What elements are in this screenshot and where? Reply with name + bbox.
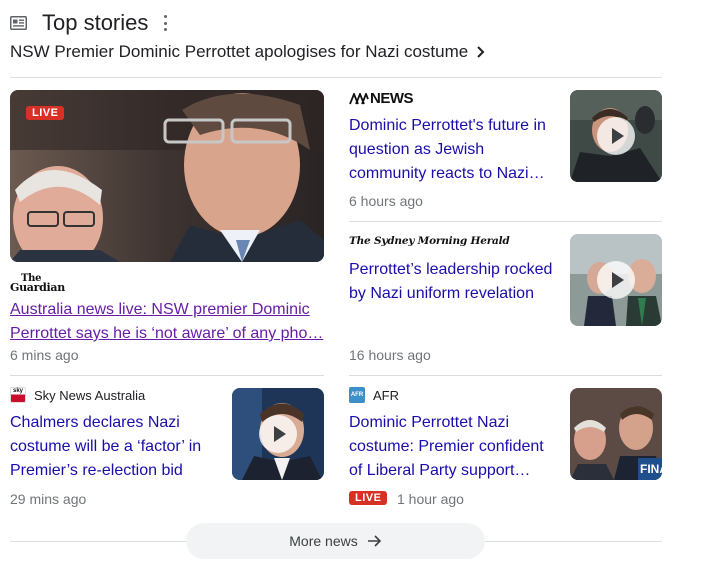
- hero-story-image[interactable]: LIVE: [10, 90, 324, 262]
- more-news-button[interactable]: More news: [186, 523, 485, 559]
- afr-icon: AFR: [349, 387, 365, 403]
- section-title: Top stories: [42, 10, 149, 35]
- divider: [10, 375, 324, 376]
- divider: [349, 375, 662, 376]
- hero-story-title-link[interactable]: Australia news live: NSW premier Dominic…: [10, 298, 324, 346]
- sky-news-title-link[interactable]: Chalmers declares Nazi costume will be a…: [10, 411, 220, 483]
- smh-story-title-link[interactable]: Perrottet’s leadership rocked by Nazi un…: [349, 258, 559, 306]
- publisher-name: Sky News Australia: [34, 387, 146, 403]
- topic-headline-text: NSW Premier Dominic Perrottet apologises…: [10, 42, 469, 61]
- abc-story-time: 6 hours ago: [349, 193, 423, 209]
- smh-video-thumbnail[interactable]: [570, 234, 662, 326]
- sky-news-time: 29 mins ago: [10, 491, 87, 507]
- divider: [10, 77, 662, 78]
- afr-publisher: AFR AFR: [349, 387, 399, 403]
- play-icon: [597, 117, 635, 155]
- sky-news-icon: sky: [10, 387, 26, 403]
- publisher-name: AFR: [373, 387, 399, 403]
- afr-thumb-overlay-text: FINA: [640, 462, 662, 476]
- play-icon: [597, 261, 635, 299]
- topic-headline-link[interactable]: NSW Premier Dominic Perrottet apologises…: [10, 42, 485, 62]
- afr-story-thumbnail[interactable]: FINA: [570, 388, 662, 480]
- smh-story-time: 16 hours ago: [349, 347, 431, 363]
- news-icon: [10, 16, 27, 30]
- live-badge: LIVE: [26, 106, 65, 120]
- abc-story-title-link[interactable]: Dominic Perrottet's future in question a…: [349, 114, 554, 186]
- more-news-label: More news: [289, 533, 358, 549]
- afr-story-title-link[interactable]: Dominic Perrottet Nazi costume: Premier …: [349, 411, 559, 483]
- chevron-right-icon: [477, 46, 485, 58]
- abc-news-logo: NEWS: [349, 90, 414, 107]
- top-stories-header: Top stories: [10, 10, 167, 36]
- sky-news-video-thumbnail[interactable]: [232, 388, 324, 480]
- arrow-right-icon: [367, 535, 381, 547]
- divider: [349, 221, 662, 222]
- afr-story-time: 1 hour ago: [397, 491, 464, 507]
- sky-news-publisher: sky Sky News Australia: [10, 387, 145, 403]
- smh-logo: The Sydney Morning Herald: [349, 235, 510, 247]
- abc-video-thumbnail[interactable]: [570, 90, 662, 182]
- live-badge: LIVE: [349, 491, 388, 505]
- play-icon: [259, 415, 297, 453]
- guardian-logo: The Guardian: [10, 273, 65, 294]
- hero-story-time: 6 mins ago: [10, 347, 79, 363]
- more-vert-icon[interactable]: [163, 15, 167, 31]
